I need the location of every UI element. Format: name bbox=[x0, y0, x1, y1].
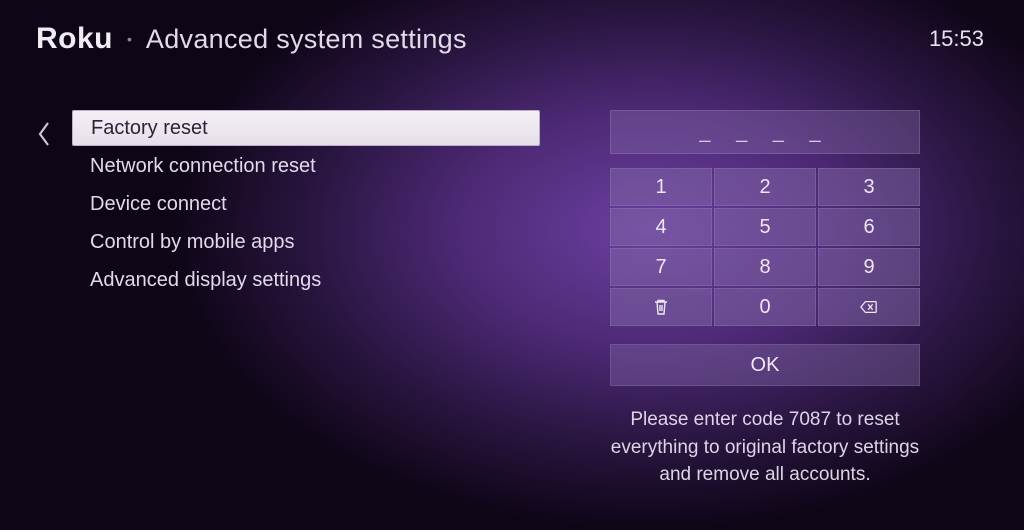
keypad-key-clear[interactable] bbox=[610, 288, 712, 326]
trash-icon bbox=[652, 298, 670, 316]
numeric-keypad: 1 2 3 4 5 6 7 8 9 0 bbox=[610, 168, 920, 326]
key-label: 8 bbox=[759, 256, 770, 279]
backspace-icon bbox=[860, 298, 878, 316]
menu-item-advanced-display-settings[interactable]: Advanced display settings bbox=[72, 262, 540, 298]
ok-button[interactable]: OK bbox=[610, 344, 920, 386]
menu-item-label: Device connect bbox=[90, 193, 227, 216]
key-label: 7 bbox=[655, 256, 666, 279]
ok-button-label: OK bbox=[751, 354, 780, 377]
back-button[interactable] bbox=[36, 120, 52, 155]
key-label: 1 bbox=[655, 176, 666, 199]
keypad-key-backspace[interactable] bbox=[818, 288, 920, 326]
menu-item-device-connect[interactable]: Device connect bbox=[72, 186, 540, 222]
logo: Roku bbox=[36, 22, 113, 56]
key-label: 6 bbox=[863, 216, 874, 239]
menu-item-label: Advanced display settings bbox=[90, 269, 321, 292]
menu-item-label: Network connection reset bbox=[90, 155, 316, 178]
header: Roku • Advanced system settings 15:53 bbox=[0, 0, 1024, 60]
keypad-key-8[interactable]: 8 bbox=[714, 248, 816, 286]
clock: 15:53 bbox=[929, 26, 984, 52]
pin-entry-panel: _ _ _ _ 1 2 3 4 5 6 7 8 9 0 OK Please en… bbox=[610, 110, 920, 489]
menu-item-label: Control by mobile apps bbox=[90, 231, 295, 254]
settings-menu: Factory reset Network connection reset D… bbox=[72, 110, 540, 489]
key-label: 4 bbox=[655, 216, 666, 239]
keypad-key-4[interactable]: 4 bbox=[610, 208, 712, 246]
menu-item-control-by-mobile-apps[interactable]: Control by mobile apps bbox=[72, 224, 540, 260]
keypad-key-2[interactable]: 2 bbox=[714, 168, 816, 206]
pin-display: _ _ _ _ bbox=[610, 110, 920, 154]
chevron-left-icon bbox=[36, 120, 52, 148]
menu-item-factory-reset[interactable]: Factory reset bbox=[72, 110, 540, 146]
page-title: Advanced system settings bbox=[146, 24, 467, 55]
keypad-key-0[interactable]: 0 bbox=[714, 288, 816, 326]
keypad-key-6[interactable]: 6 bbox=[818, 208, 920, 246]
key-label: 0 bbox=[759, 296, 770, 319]
keypad-key-3[interactable]: 3 bbox=[818, 168, 920, 206]
breadcrumb-separator: • bbox=[127, 31, 132, 47]
key-label: 9 bbox=[863, 256, 874, 279]
key-label: 5 bbox=[759, 216, 770, 239]
key-label: 3 bbox=[863, 176, 874, 199]
instruction-text: Please enter code 7087 to reset everythi… bbox=[600, 406, 930, 489]
content: Factory reset Network connection reset D… bbox=[0, 60, 1024, 489]
key-label: 2 bbox=[759, 176, 770, 199]
keypad-key-1[interactable]: 1 bbox=[610, 168, 712, 206]
menu-item-label: Factory reset bbox=[91, 117, 208, 140]
keypad-key-7[interactable]: 7 bbox=[610, 248, 712, 286]
keypad-key-5[interactable]: 5 bbox=[714, 208, 816, 246]
keypad-key-9[interactable]: 9 bbox=[818, 248, 920, 286]
menu-item-network-connection-reset[interactable]: Network connection reset bbox=[72, 148, 540, 184]
